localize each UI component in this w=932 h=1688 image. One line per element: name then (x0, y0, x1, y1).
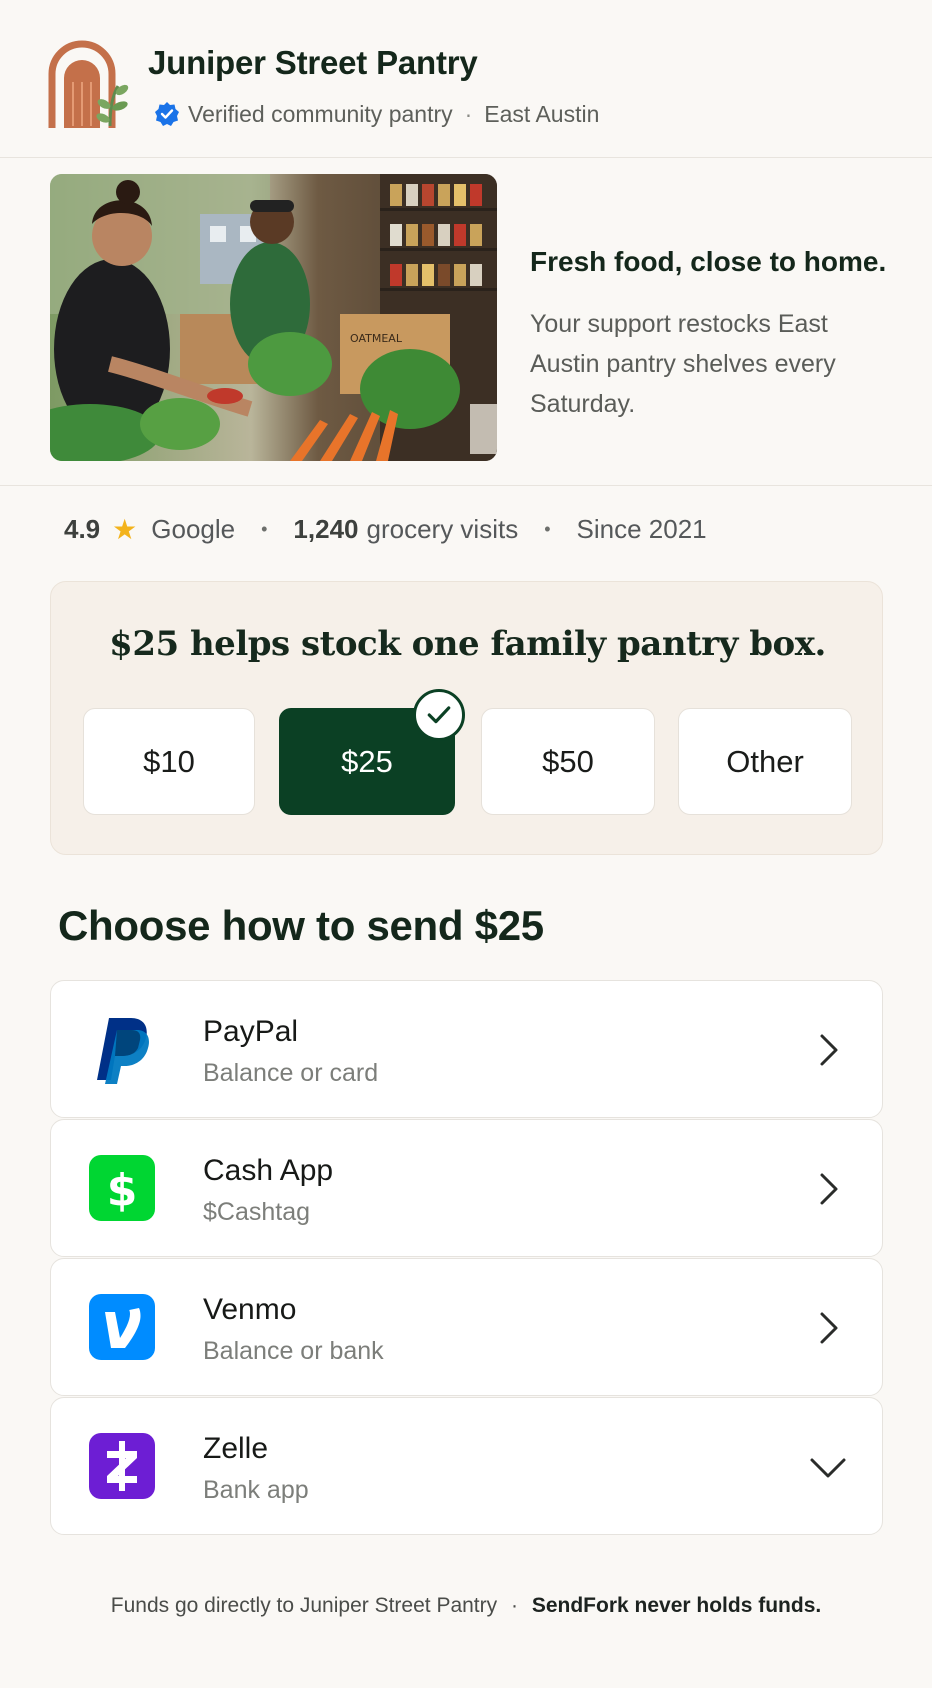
method-name: PayPal (203, 1015, 299, 1048)
method-subtitle: Balance or bank (203, 1337, 384, 1365)
rating-source: Google (151, 513, 236, 544)
verified-check-icon (155, 102, 179, 126)
chevron-right-icon (820, 1034, 838, 1066)
chevron-right-icon (820, 1173, 838, 1205)
svg-text:$: $ (107, 1165, 138, 1216)
payment-method-zelle[interactable]: Zelle Bank app (50, 1397, 883, 1535)
org-name: Juniper Street Pantry (148, 44, 478, 81)
verified-text: Verified community pantry (188, 100, 453, 127)
separator-dot: · (510, 1594, 518, 1617)
hero-section: OATMEAL Fresh food, close to home. Your … (0, 158, 932, 486)
amount-option-other[interactable]: Other (678, 708, 852, 815)
amount-card: $25 helps stock one family pantry box. $… (50, 581, 883, 855)
method-name: Zelle (203, 1432, 269, 1465)
separator-dot: · (464, 100, 473, 127)
amount-option-10[interactable]: $10 (83, 708, 255, 815)
method-subtitle: Bank app (203, 1476, 309, 1504)
venmo-icon (89, 1294, 155, 1360)
pantry-logo-icon (48, 40, 129, 128)
stats-row: 4.9 ★ Google • 1,240 grocery visits • Si… (64, 508, 707, 550)
method-name: Cash App (203, 1154, 334, 1187)
box-label: OATMEAL (350, 332, 403, 345)
paypal-icon (97, 1018, 149, 1084)
cashapp-icon: $ (89, 1155, 155, 1221)
footer-never-holds-text: SendFork never holds funds. (531, 1594, 822, 1617)
amount-headline: $25 helps stock one family pantry box. (109, 624, 826, 664)
separator-dot: • (544, 518, 551, 539)
star-icon: ★ (112, 513, 138, 545)
footer-direct-text: Funds go directly to Juniper Street Pant… (110, 1594, 498, 1617)
amount-option-50[interactable]: $50 (481, 708, 655, 815)
payment-method-paypal[interactable]: PayPal Balance or card (50, 980, 883, 1118)
payment-method-cashapp[interactable]: $ Cash App $Cashtag (50, 1119, 883, 1257)
visits-label: grocery visits (366, 513, 519, 544)
visits-count: 1,240 (293, 513, 359, 544)
method-name: Venmo (203, 1293, 297, 1326)
method-subtitle: $Cashtag (203, 1198, 311, 1226)
hero-title: Fresh food, close to home. (530, 246, 887, 277)
since-text: Since 2021 (576, 513, 707, 544)
separator-dot: • (261, 518, 268, 539)
rating-value: 4.9 (64, 513, 101, 544)
chevron-right-icon (820, 1312, 838, 1344)
pantry-volunteers-photo: OATMEAL (50, 174, 497, 461)
footer-note: Funds go directly to Juniper Street Pant… (0, 1594, 932, 1618)
selected-check-icon (413, 689, 465, 741)
chevron-down-icon[interactable] (808, 1447, 848, 1487)
zelle-icon (89, 1433, 155, 1499)
send-heading: Choose how to send $25 (58, 902, 544, 949)
payment-method-venmo[interactable]: Venmo Balance or bank (50, 1258, 883, 1396)
hero-body: Your support restocks East Austin pantry… (530, 310, 836, 418)
verified-row: Verified community pantry · East Austin (154, 98, 599, 130)
location-text: East Austin (484, 100, 600, 127)
header: Juniper Street Pantry Verified community… (0, 0, 932, 158)
method-subtitle: Balance or card (203, 1059, 379, 1087)
